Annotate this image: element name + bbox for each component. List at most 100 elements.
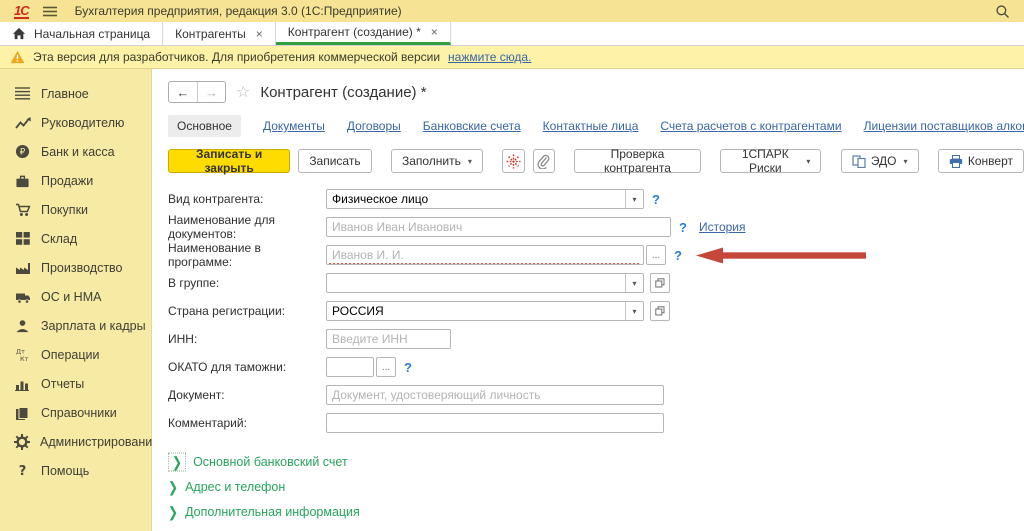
section-dopolnitelnaya-informaciya[interactable]: ❯ Дополнительная информация: [168, 499, 1024, 524]
sidebar-item-os-i-nma[interactable]: ОС и НМА: [0, 282, 151, 311]
sidebar-item-label: Помощь: [41, 464, 89, 478]
main-menu-icon[interactable]: [43, 6, 57, 17]
sidebar-item-label: Руководителю: [41, 116, 124, 130]
help-icon[interactable]: ?: [674, 248, 682, 263]
tab-home[interactable]: Начальная страница: [0, 22, 163, 45]
sidebar-item-sklad[interactable]: Склад: [0, 224, 151, 253]
sidebar-item-otchety[interactable]: Отчеты: [0, 369, 151, 398]
spark-riski-dropdown-button[interactable]: 1СПАРК Риски ▾: [720, 149, 821, 173]
kontragent-form: Вид контрагента: ▾ ? Наименование для до…: [168, 189, 1024, 433]
strana-registracii-input[interactable]: [327, 302, 625, 320]
field-label: Вид контрагента:: [168, 192, 326, 206]
nav-bankovskie-scheta[interactable]: Банковские счета: [423, 119, 521, 133]
section-osnovnoj-bankovskij-schet[interactable]: ❯ Основной банковский счет: [168, 449, 1024, 474]
nav-kontaktnye-lica[interactable]: Контактные лица: [543, 119, 639, 133]
help-icon[interactable]: ?: [404, 360, 412, 375]
ellipsis-picker-button[interactable]: ...: [376, 357, 396, 377]
edo-docs-icon: [852, 155, 866, 168]
check-kontragent-button[interactable]: Проверка контрагента: [574, 149, 701, 173]
warning-icon: [10, 50, 25, 64]
inn-input[interactable]: [326, 329, 451, 349]
spark-icon: [506, 154, 521, 169]
chevron-down-icon: ▾: [468, 157, 472, 166]
trend-chart-icon: [14, 115, 31, 131]
ellipsis-picker-button[interactable]: ...: [646, 245, 666, 265]
nav-dokumenty[interactable]: Документы: [263, 119, 325, 133]
dev-version-warning: Эта версия для разработчиков. Для приобр…: [0, 46, 1024, 69]
section-label: Адрес и телефон: [185, 480, 285, 494]
chevron-right-icon: ❯: [168, 503, 178, 520]
sidebar-item-pomosch[interactable]: ? Помощь: [0, 456, 151, 485]
tab-kontragenty[interactable]: Контрагенты ×: [163, 22, 276, 45]
forward-button[interactable]: →: [197, 82, 225, 102]
edo-dropdown-button[interactable]: ЭДО ▾: [841, 149, 919, 173]
help-icon[interactable]: ?: [652, 192, 660, 207]
vid-kontragenta-input[interactable]: [327, 190, 625, 208]
1c-logo: 1С: [14, 4, 29, 19]
back-button[interactable]: ←: [169, 82, 197, 102]
section-adres-i-telefon[interactable]: ❯ Адрес и телефон: [168, 474, 1024, 499]
open-windows-icon: [655, 278, 665, 288]
sidebar-item-label: Банк и касса: [41, 145, 115, 159]
svg-text:₽: ₽: [20, 148, 26, 158]
sidebar-item-spravochniki[interactable]: Справочники: [0, 398, 151, 427]
bar-chart-icon: [14, 376, 31, 392]
open-reference-button[interactable]: [650, 273, 670, 293]
toolbar: Записать и закрыть Записать Заполнить ▾ …: [168, 149, 1024, 173]
books-icon: [14, 405, 31, 421]
section-label: Основной банковский счет: [193, 455, 348, 469]
okato-input[interactable]: [326, 357, 374, 377]
grid-icon: [14, 231, 31, 247]
v-gruppe-input[interactable]: [327, 274, 625, 292]
favorite-star-icon[interactable]: ☆: [236, 82, 250, 102]
close-icon[interactable]: ×: [431, 25, 438, 39]
fill-dropdown-button[interactable]: Заполнить ▾: [391, 149, 483, 173]
naimenovanie-dlya-dokumentov-input[interactable]: [326, 217, 671, 237]
kommentarij-input[interactable]: [326, 413, 664, 433]
spark-check-button[interactable]: [502, 149, 524, 173]
briefcase-icon: [14, 173, 31, 189]
sidebar-item-pokupki[interactable]: Покупки: [0, 195, 151, 224]
sidebar-item-administrirovanie[interactable]: Администрирование: [0, 427, 151, 456]
save-and-close-button[interactable]: Записать и закрыть: [168, 149, 290, 173]
sidebar-item-label: Продажи: [41, 174, 93, 188]
sidebar-item-zarplata-i-kadry[interactable]: Зарплата и кадры: [0, 311, 151, 340]
nav-licenzii-postavschikov[interactable]: Лицензии поставщиков алкогольной продукц…: [864, 119, 1024, 133]
person-icon: [14, 318, 31, 334]
nav-dogovory[interactable]: Договоры: [347, 119, 401, 133]
open-reference-button[interactable]: [650, 301, 670, 321]
history-link[interactable]: История: [699, 220, 746, 234]
warning-text: Эта версия для разработчиков. Для приобр…: [33, 50, 440, 64]
sidebar-item-prodazhi[interactable]: Продажи: [0, 166, 151, 195]
sidebar-item-label: Покупки: [41, 203, 88, 217]
envelope-label: Конверт: [968, 154, 1013, 168]
chevron-down-icon[interactable]: ▾: [625, 274, 643, 292]
chevron-right-icon: ❯: [168, 478, 178, 495]
field-label: Наименование для документов:: [168, 213, 326, 241]
tab-kontragent-sozdanie[interactable]: Контрагент (создание) * ×: [276, 22, 451, 45]
nav-osnovnoe[interactable]: Основное: [168, 115, 241, 137]
svg-text:?: ?: [19, 464, 27, 478]
sidebar-item-operacii[interactable]: ДтКт Операции: [0, 340, 151, 369]
search-icon[interactable]: [995, 4, 1010, 19]
sidebar-item-glavnoe[interactable]: Главное: [0, 79, 151, 108]
buy-commercial-link[interactable]: нажмите сюда.: [448, 50, 531, 64]
attachments-button[interactable]: [533, 149, 555, 173]
sidebar-item-rukovoditelyu[interactable]: Руководителю: [0, 108, 151, 137]
dokument-input[interactable]: [326, 385, 664, 405]
fill-label: Заполнить: [402, 154, 461, 168]
chevron-down-icon[interactable]: ▾: [625, 190, 643, 208]
envelope-print-button[interactable]: Конверт: [938, 149, 1024, 173]
save-button[interactable]: Записать: [298, 149, 371, 173]
close-icon[interactable]: ×: [256, 27, 263, 41]
naimenovanie-v-programme-input[interactable]: [326, 245, 644, 265]
sidebar-item-bank-i-kassa[interactable]: ₽ Банк и касса: [0, 137, 151, 166]
app-title: Бухгалтерия предприятия, редакция 3.0 (1…: [75, 4, 402, 18]
sidebar-item-proizvodstvo[interactable]: Производство: [0, 253, 151, 282]
nav-scheta-raschetov[interactable]: Счета расчетов с контрагентами: [660, 119, 841, 133]
sidebar-item-label: Склад: [41, 232, 77, 246]
main-panel: ← → ☆ Контрагент (создание) * Основное Д…: [152, 69, 1024, 531]
field-label: Страна регистрации:: [168, 304, 326, 318]
chevron-down-icon[interactable]: ▾: [625, 302, 643, 320]
help-icon[interactable]: ?: [679, 220, 687, 235]
